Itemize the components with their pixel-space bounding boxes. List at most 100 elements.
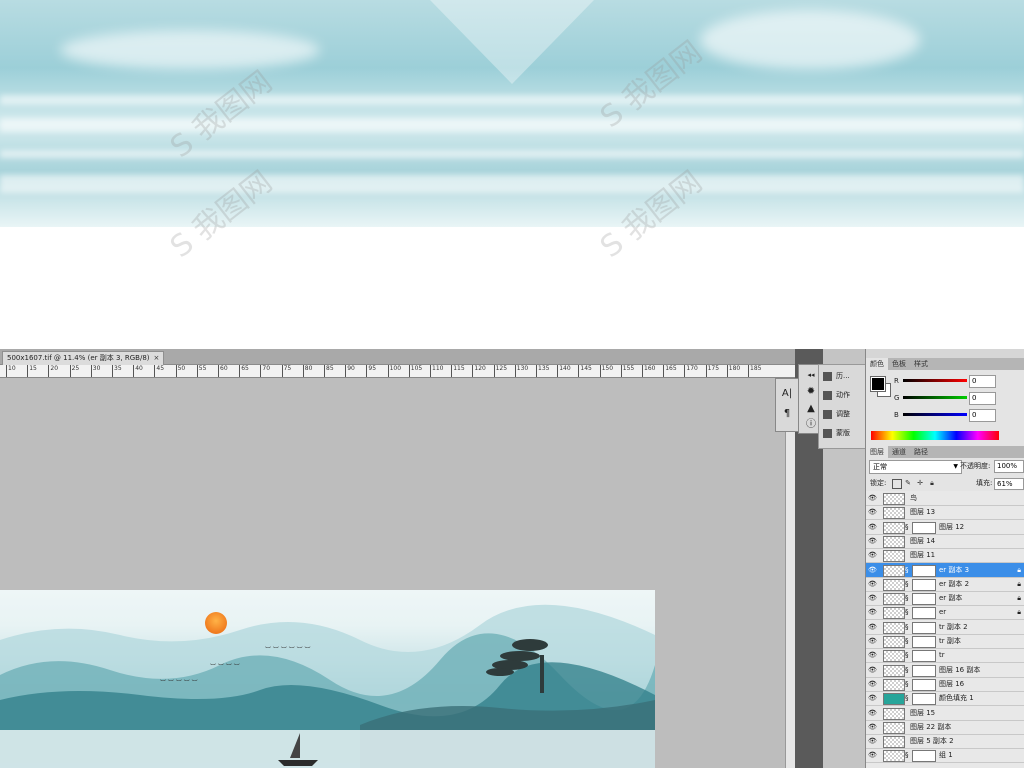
layer-row[interactable]: 👁︎ 鸟 (866, 491, 1024, 506)
link-icon[interactable]: § (905, 648, 909, 662)
eye-icon[interactable]: 👁︎ (868, 594, 877, 602)
layer-row[interactable]: 👁︎ § er 副本 🔒︎ (866, 591, 1024, 607)
panel-actions[interactable]: 动作 (823, 388, 850, 402)
blend-mode-select[interactable]: 正常 ▼ (869, 460, 962, 474)
link-icon[interactable]: § (905, 748, 909, 762)
eye-icon[interactable]: 👁︎ (868, 566, 877, 574)
red-slider-bar[interactable] (903, 379, 967, 382)
blue-slider[interactable]: B 0 (894, 409, 1022, 422)
eye-icon[interactable]: 👁︎ (868, 523, 877, 531)
eye-icon[interactable]: 👁︎ (868, 680, 877, 688)
layer-mask-thumbnail[interactable] (912, 750, 936, 763)
layer-mask-thumbnail[interactable] (912, 636, 936, 648)
tab-swatches[interactable]: 色板 (888, 358, 910, 370)
layer-row[interactable]: 👁︎ § er 🔒︎ (866, 605, 1024, 621)
layer-row[interactable]: 👁︎ 图层 13 (866, 505, 1024, 521)
eye-icon[interactable]: 👁︎ (868, 737, 877, 745)
layer-mask-thumbnail[interactable] (912, 693, 936, 706)
layer-row[interactable]: 👁︎ § 图层 16 (866, 677, 1024, 692)
eye-icon[interactable]: 👁︎ (868, 580, 877, 588)
foreground-color-swatch[interactable] (870, 376, 886, 392)
info-icon[interactable]: ⓘ (804, 418, 818, 432)
layer-row[interactable]: 👁︎ § 组 1 (866, 748, 1024, 764)
layer-mask-thumbnail[interactable] (912, 593, 936, 606)
panel-history[interactable]: 历... (823, 369, 850, 383)
layer-mask-thumbnail[interactable] (912, 521, 936, 534)
layer-row[interactable]: 👁︎ 图层 22 副本 (866, 720, 1024, 735)
layer-row[interactable]: 👁︎ § tr 副本 2 (866, 620, 1024, 635)
panel-adjustments[interactable]: 调整 (823, 407, 850, 421)
navigator-icon[interactable]: ✹ (804, 385, 818, 399)
layer-row[interactable]: 👁︎ 图层 14 (866, 534, 1024, 549)
tab-paths[interactable]: 路径 (910, 446, 932, 458)
green-slider-bar[interactable] (903, 396, 967, 399)
lock-transparent-icon[interactable] (892, 479, 902, 489)
eye-icon[interactable]: 👁︎ (868, 537, 877, 545)
layer-mask-thumbnail[interactable] (912, 621, 936, 634)
document-tab[interactable]: 500x1607.tif @ 11.4% (er 副本 3, RGB/8) × (2, 351, 165, 365)
eye-icon[interactable]: 👁︎ (868, 709, 877, 717)
layer-mask-thumbnail[interactable] (912, 664, 936, 677)
green-value-input[interactable]: 0 (969, 392, 996, 405)
eye-icon[interactable]: 👁︎ (868, 694, 877, 702)
link-icon[interactable]: § (905, 634, 909, 648)
layer-mask-thumbnail[interactable] (912, 607, 936, 620)
layer-row[interactable]: 👁︎ 图层 5 副本 2 (866, 734, 1024, 750)
link-icon[interactable]: § (905, 563, 909, 577)
layer-mask-thumbnail[interactable] (912, 678, 936, 691)
eye-icon[interactable]: 👁︎ (868, 666, 877, 674)
layer-mask-thumbnail[interactable] (912, 564, 936, 577)
eye-icon[interactable]: 👁︎ (868, 723, 877, 731)
layer-row[interactable]: 👁︎ § 颜色填充 1 (866, 691, 1024, 707)
link-icon[interactable]: § (905, 663, 909, 677)
link-icon[interactable]: § (905, 520, 909, 534)
eye-icon[interactable]: 👁︎ (868, 623, 877, 631)
layer-row[interactable]: 👁︎ § tr (866, 648, 1024, 664)
tab-color[interactable]: 颜色 (866, 358, 888, 370)
eye-icon[interactable]: 👁︎ (868, 608, 877, 616)
green-slider[interactable]: G 0 (894, 392, 1022, 405)
tab-channels[interactable]: 通道 (888, 446, 910, 458)
eye-icon[interactable]: 👁︎ (868, 494, 877, 502)
opacity-input[interactable]: 100% (994, 460, 1024, 473)
link-icon[interactable]: § (905, 577, 909, 591)
lock-move-icon[interactable]: ✛ (916, 479, 924, 487)
lock-paint-icon[interactable]: ✎ (904, 479, 912, 487)
fill-input[interactable]: 61% (994, 478, 1024, 490)
layer-row[interactable]: 👁︎ § 图层 16 副本 (866, 663, 1024, 678)
close-icon[interactable]: × (154, 354, 160, 362)
eye-icon[interactable]: 👁︎ (868, 551, 877, 559)
eye-icon[interactable]: 👁︎ (868, 751, 877, 759)
layer-row[interactable]: 👁︎ 图层 11 (866, 548, 1024, 564)
eye-icon[interactable]: 👁︎ (868, 637, 877, 645)
canvas-area[interactable]: ︶ ︶ ︶ ︶ ︶ ︶ ︶ ︶ ︶ ︶ ︶ ︶ ︶ ︶ ︶ (0, 378, 785, 768)
link-icon[interactable]: § (905, 677, 909, 691)
red-value-input[interactable]: 0 (969, 375, 996, 388)
layer-row[interactable]: 👁︎ § er 副本 3 🔒︎ (866, 562, 1024, 578)
collapse-icon[interactable]: ◂◂ (804, 368, 818, 382)
link-icon[interactable]: § (905, 691, 909, 705)
panel-masks[interactable]: 蒙版 (823, 426, 850, 440)
layer-row[interactable]: 👁︎ § 图层 12 (866, 520, 1024, 535)
layer-row[interactable]: 👁︎ § tr 副本 (866, 634, 1024, 649)
eye-icon[interactable]: 👁︎ (868, 651, 877, 659)
lock-all-icon[interactable]: 🔒︎ (928, 479, 936, 487)
layer-row[interactable]: 👁︎ 图层 15 (866, 706, 1024, 721)
color-spectrum[interactable] (871, 431, 999, 440)
link-icon[interactable]: § (905, 620, 909, 634)
layer-mask-thumbnail[interactable] (912, 650, 936, 663)
blue-slider-bar[interactable] (903, 413, 967, 416)
link-icon[interactable]: § (905, 591, 909, 605)
histogram-icon[interactable]: ▲ (804, 402, 818, 416)
layer-mask-thumbnail[interactable] (912, 578, 936, 591)
character-icon[interactable]: A| (780, 387, 794, 401)
red-slider[interactable]: R 0 (894, 375, 1022, 388)
eye-icon[interactable]: 👁︎ (868, 508, 877, 516)
blue-value-input[interactable]: 0 (969, 409, 996, 422)
link-icon[interactable]: § (905, 605, 909, 619)
landscape-artwork[interactable]: ︶ ︶ ︶ ︶ ︶ ︶ ︶ ︶ ︶ ︶ ︶ ︶ ︶ ︶ ︶ (0, 590, 655, 768)
tab-styles[interactable]: 样式 (910, 358, 932, 370)
tab-layers[interactable]: 图层 (866, 446, 888, 458)
paragraph-icon[interactable]: ¶ (780, 407, 794, 421)
layer-row[interactable]: 👁︎ § er 副本 2 🔒︎ (866, 577, 1024, 592)
